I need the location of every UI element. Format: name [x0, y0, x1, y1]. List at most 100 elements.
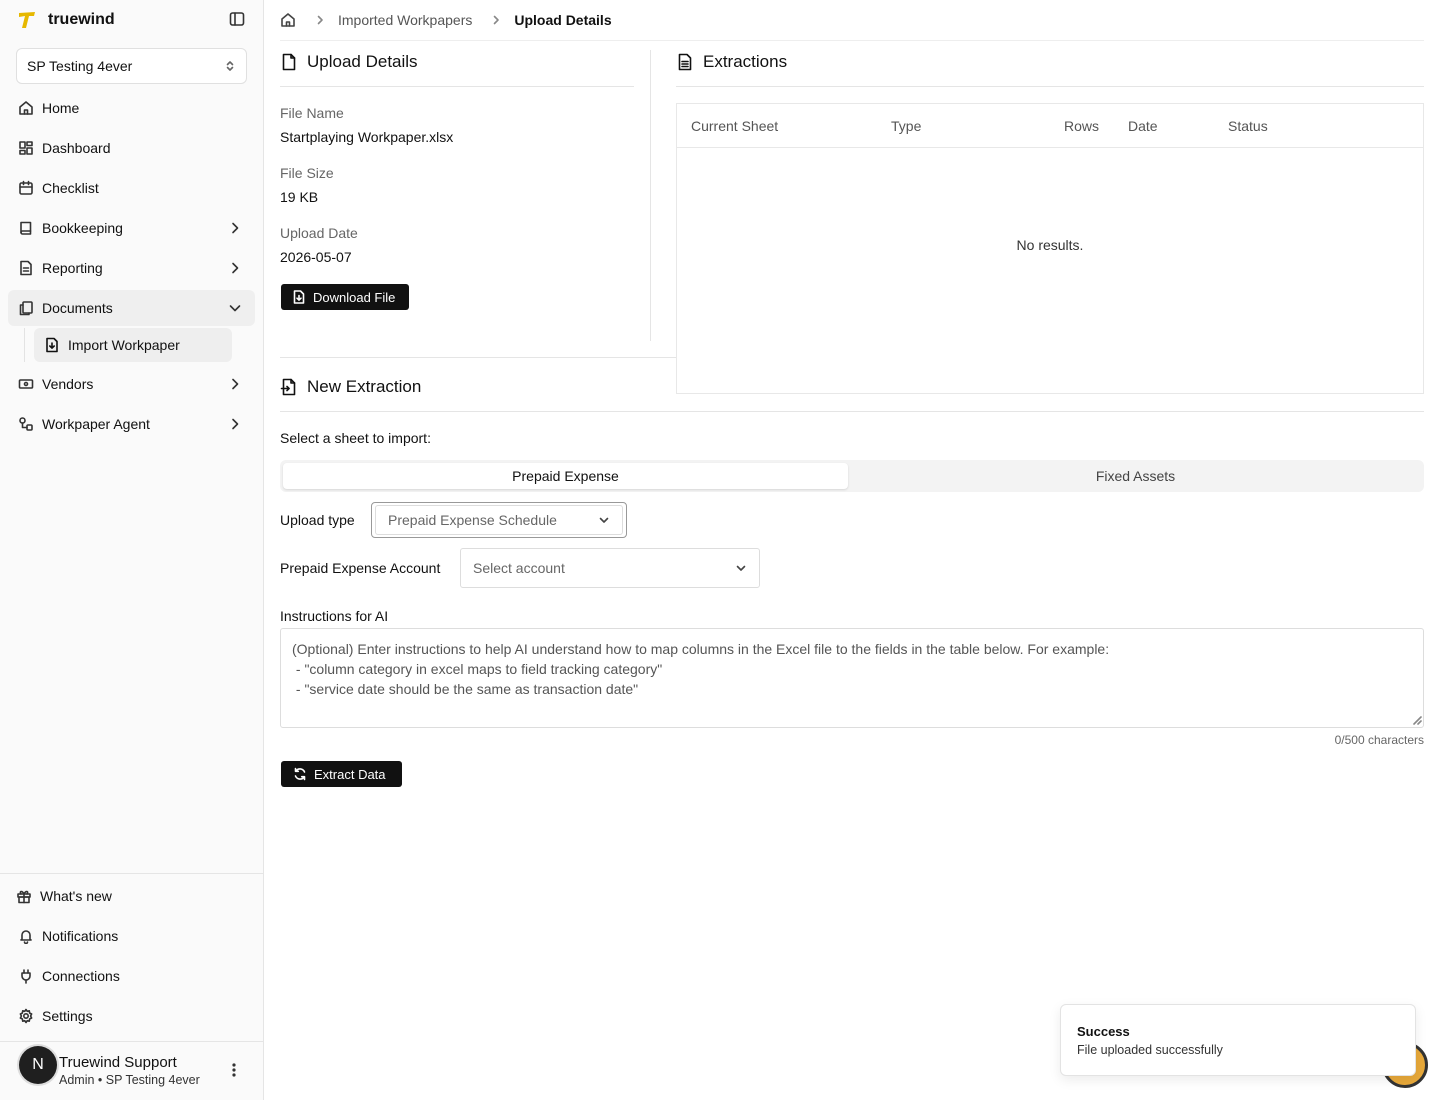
- upload-type-label: Upload type: [280, 512, 355, 528]
- extract-data-label: Extract Data: [314, 766, 386, 782]
- chevron-right-icon: [227, 376, 243, 392]
- more-vertical-icon[interactable]: [226, 1062, 242, 1078]
- user-role: Admin • SP Testing 4ever: [59, 1073, 200, 1087]
- column-header-rows[interactable]: Rows: [1064, 118, 1099, 134]
- nav-item-label: Connections: [42, 968, 120, 984]
- column-header-current-sheet[interactable]: Current Sheet: [691, 118, 778, 134]
- column-header-status[interactable]: Status: [1228, 118, 1268, 134]
- book-icon: [18, 220, 34, 236]
- breadcrumb-divider: [280, 40, 1424, 41]
- instructions-label: Instructions for AI: [280, 608, 389, 624]
- gear-icon: [18, 1008, 34, 1024]
- brand[interactable]: truewind: [16, 8, 115, 32]
- chevron-down-icon: [227, 300, 243, 316]
- upload-type-value: Prepaid Expense Schedule: [388, 512, 557, 528]
- nav-item-connections[interactable]: Connections: [8, 958, 255, 994]
- nav-item-label: Settings: [42, 1008, 93, 1024]
- home-icon[interactable]: [280, 12, 296, 28]
- nav-item-notifications[interactable]: Notifications: [8, 918, 255, 954]
- nav-item-bookkeeping[interactable]: Bookkeeping: [8, 210, 255, 246]
- nav-item-home[interactable]: Home: [8, 90, 255, 126]
- user-name: Truewind Support: [59, 1054, 177, 1071]
- sidebar: truewind SP Testing 4ever Home Dashboard…: [0, 0, 264, 1100]
- upload-date-label: Upload Date: [280, 225, 358, 241]
- file-name-value: Startplaying Workpaper.xlsx: [280, 129, 454, 145]
- nav-subitem-label: Import Workpaper: [68, 337, 180, 353]
- nav-subitem-import-workpaper[interactable]: Import Workpaper: [34, 328, 232, 362]
- nav-item-checklist[interactable]: Checklist: [8, 170, 255, 206]
- user-profile[interactable]: N Truewind Support Admin • SP Testing 4e…: [0, 1041, 264, 1100]
- prepaid-account-select[interactable]: Select account: [460, 548, 760, 588]
- new-extraction-title: New Extraction: [307, 377, 422, 396]
- gift-icon: [16, 888, 32, 904]
- file-download-icon: [292, 290, 306, 304]
- chevron-right-icon: [314, 14, 326, 26]
- sheet-tabs: Prepaid Expense Fixed Assets: [280, 460, 1424, 492]
- nav-item-vendors[interactable]: Vendors: [8, 366, 255, 402]
- breadcrumb-current: Upload Details: [514, 12, 612, 28]
- file-size-label: File Size: [280, 165, 334, 181]
- empty-state: No results.: [1016, 237, 1084, 253]
- resize-handle-icon[interactable]: [1413, 716, 1422, 725]
- chevron-down-icon: [598, 514, 610, 526]
- column-header-type[interactable]: Type: [891, 118, 921, 134]
- nav-item-workpaper-agent[interactable]: Workpaper Agent: [8, 406, 255, 442]
- download-file-button[interactable]: Download File: [281, 284, 409, 310]
- nav-item-documents[interactable]: Documents: [8, 290, 255, 326]
- file-import-icon: [280, 378, 298, 396]
- brand-name: truewind: [48, 11, 115, 28]
- success-toast[interactable]: Success File uploaded successfully: [1060, 1004, 1416, 1076]
- truewind-logo-icon: [16, 9, 38, 31]
- tab-prepaid-expense[interactable]: Prepaid Expense: [283, 463, 848, 489]
- new-extraction-heading: New Extraction: [280, 377, 421, 397]
- toast-message: File uploaded successfully: [1077, 1043, 1223, 1057]
- column-header-date[interactable]: Date: [1128, 118, 1158, 134]
- divider: [280, 411, 1424, 412]
- file-import-icon: [44, 337, 60, 353]
- org-selector-value: SP Testing 4ever: [27, 58, 133, 74]
- nav-item-label: Workpaper Agent: [42, 416, 150, 432]
- toast-title: Success: [1077, 1024, 1130, 1039]
- documents-submenu: Import Workpaper: [24, 328, 255, 362]
- report-icon: [18, 260, 34, 276]
- extractions-heading: Extractions: [676, 52, 787, 72]
- tab-fixed-assets[interactable]: Fixed Assets: [850, 463, 1421, 489]
- upload-type-select[interactable]: Prepaid Expense Schedule: [375, 505, 623, 535]
- divider: [280, 86, 634, 87]
- divider: [676, 86, 1424, 87]
- extractions-table: Current Sheet Type Rows Date Status No r…: [676, 103, 1424, 394]
- chevron-up-down-icon: [224, 60, 236, 72]
- org-selector[interactable]: SP Testing 4ever: [16, 48, 247, 84]
- documents-icon: [18, 300, 34, 316]
- chevron-right-icon: [227, 416, 243, 432]
- download-file-label: Download File: [313, 289, 396, 305]
- avatar: N: [19, 1046, 57, 1084]
- divider: [280, 357, 676, 358]
- nav-item-settings[interactable]: Settings: [8, 998, 255, 1034]
- chevron-right-icon: [227, 260, 243, 276]
- file-spreadsheet-icon: [676, 53, 694, 71]
- refresh-icon: [293, 767, 307, 781]
- nav-item-label: Documents: [42, 300, 113, 316]
- breadcrumb-link[interactable]: Imported Workpapers: [338, 12, 472, 28]
- sidebar-toggle-icon[interactable]: [229, 11, 247, 29]
- file-name-label: File Name: [280, 105, 344, 121]
- instructions-textarea[interactable]: (Optional) Enter instructions to help AI…: [280, 628, 1424, 728]
- home-icon: [18, 100, 34, 116]
- dashboard-icon: [18, 140, 34, 156]
- extract-data-button[interactable]: Extract Data: [281, 761, 402, 787]
- chevron-right-icon: [490, 14, 502, 26]
- nav-item-whats-new[interactable]: What's new: [6, 878, 253, 914]
- upload-details-title: Upload Details: [307, 52, 418, 71]
- file-icon: [280, 53, 298, 71]
- nav-item-label: Reporting: [42, 260, 103, 276]
- nav-item-label: Dashboard: [42, 140, 111, 156]
- prepaid-account-placeholder: Select account: [473, 560, 565, 576]
- nav-item-label: Vendors: [42, 376, 94, 392]
- char-count: 0/500 characters: [1334, 733, 1424, 747]
- nav-item-label: Bookkeeping: [42, 220, 123, 236]
- nav-item-reporting[interactable]: Reporting: [8, 250, 255, 286]
- upload-details-heading: Upload Details: [280, 52, 418, 72]
- nav-item-dashboard[interactable]: Dashboard: [8, 130, 255, 166]
- upload-date-value: 2026-05-07: [280, 249, 352, 265]
